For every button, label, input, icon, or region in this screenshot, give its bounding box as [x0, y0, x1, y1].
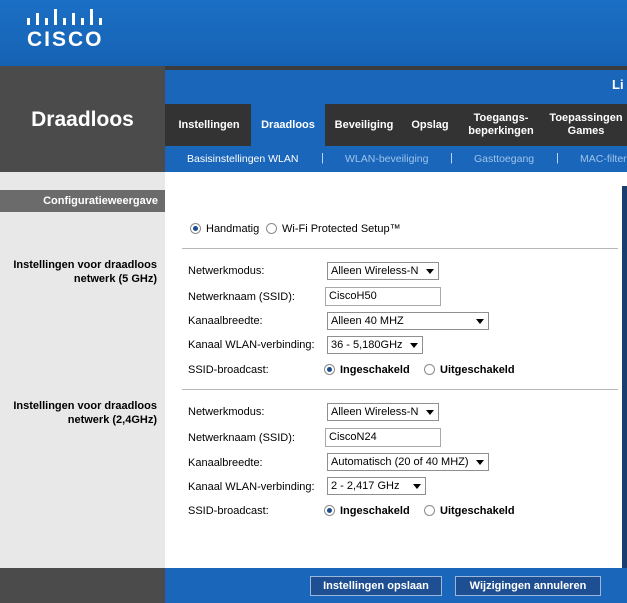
net24-broadcast-on-radio[interactable] — [324, 505, 335, 516]
subnav-wlan-beveiliging[interactable]: WLAN-beveiliging — [345, 153, 428, 165]
top-strip — [165, 66, 627, 104]
tab-toepassingen-games[interactable]: Toepassingen Games — [545, 104, 627, 146]
chevron-down-icon — [426, 410, 434, 415]
product-name-text: Li — [612, 77, 624, 92]
manual-radio-label: Handmatig — [206, 223, 260, 235]
net5-broadcast-label: SSID-broadcast: — [188, 364, 269, 376]
net5-width-label: Kanaalbreedte: — [188, 315, 263, 327]
tab-instellingen[interactable]: Instellingen — [169, 104, 249, 146]
net24-width-label: Kanaalbreedte: — [188, 457, 263, 469]
cisco-logo-text: CISCO — [27, 28, 104, 51]
net24-broadcast-off-radio[interactable] — [424, 505, 435, 516]
net24-channel-value: 2 - 2,417 GHz — [331, 480, 400, 492]
subnav-separator: | — [321, 152, 324, 164]
chevron-down-icon — [410, 343, 418, 348]
net5-ssid-input[interactable]: CiscoH50 — [325, 287, 441, 306]
net5-width-value: Alleen 40 MHZ — [331, 315, 404, 327]
chevron-down-icon — [476, 319, 484, 324]
wps-radio-label: Wi-Fi Protected Setup™ — [282, 223, 401, 235]
net24-mode-select[interactable]: Alleen Wireless-N — [327, 403, 439, 421]
net5-channel-value: 36 - 5,180GHz — [331, 339, 403, 351]
cisco-logo-icon — [27, 9, 102, 25]
net5-channel-select[interactable]: 36 - 5,180GHz — [327, 336, 423, 354]
net24-mode-value: Alleen Wireless-N — [331, 406, 419, 418]
net5-ssid-label: Netwerknaam (SSID): — [188, 291, 295, 303]
net24-ssid-label: Netwerknaam (SSID): — [188, 432, 295, 444]
net5-broadcast-on-label: Ingeschakeld — [340, 364, 410, 376]
net5-broadcast-off-label: Uitgeschakeld — [440, 364, 515, 376]
net5-channel-label: Kanaal WLAN-verbinding: — [188, 339, 315, 351]
chevron-down-icon — [426, 269, 434, 274]
net24-mode-label: Netwerkmodus: — [188, 406, 265, 418]
net5-broadcast-off-radio[interactable] — [424, 364, 435, 375]
cancel-changes-button[interactable]: Wijzigingen annuleren — [455, 576, 601, 596]
net5-mode-value: Alleen Wireless-N — [331, 265, 419, 277]
net24-width-value: Automatisch (20 of 40 MHZ) — [331, 456, 469, 468]
divider — [182, 248, 618, 249]
tab-opslag[interactable]: Opslag — [403, 104, 457, 146]
net5-mode-label: Netwerkmodus: — [188, 265, 265, 277]
tab-beveiliging[interactable]: Beveiliging — [327, 104, 401, 146]
net24-broadcast-on-label: Ingeschakeld — [340, 505, 410, 517]
net5-mode-select[interactable]: Alleen Wireless-N — [327, 262, 439, 280]
subnav-separator: | — [556, 152, 559, 164]
chevron-down-icon — [413, 484, 421, 489]
subnav-gasttoegang[interactable]: Gasttoegang — [474, 153, 534, 165]
net24-width-select[interactable]: Automatisch (20 of 40 MHZ) — [327, 453, 489, 471]
net24-broadcast-label: SSID-broadcast: — [188, 505, 269, 517]
subnav-separator: | — [450, 152, 453, 164]
subnav-mac-filter[interactable]: MAC-filter — [580, 153, 627, 165]
save-settings-button[interactable]: Instellingen opslaan — [310, 576, 442, 596]
divider — [182, 389, 618, 390]
net5-width-select[interactable]: Alleen 40 MHZ — [327, 312, 489, 330]
net5-broadcast-on-radio[interactable] — [324, 364, 335, 375]
net24-ssid-input[interactable]: CiscoN24 — [325, 428, 441, 447]
right-edge-bar — [622, 186, 627, 568]
tab-toegangsbeperkingen[interactable]: Toegangs-beperkingen — [461, 104, 541, 146]
tab-draadloos[interactable]: Draadloos — [251, 104, 325, 146]
section-5ghz-heading: Instellingen voor draadloos netwerk (5 G… — [13, 259, 157, 285]
manual-radio[interactable] — [190, 223, 201, 234]
net24-broadcast-off-label: Uitgeschakeld — [440, 505, 515, 517]
net24-channel-select[interactable]: 2 - 2,417 GHz — [327, 477, 426, 495]
subnav-basisinstellingen[interactable]: Basisinstellingen WLAN — [187, 153, 298, 165]
footer-left — [0, 568, 165, 603]
net24-channel-label: Kanaal WLAN-verbinding: — [188, 481, 315, 493]
section-24ghz-heading: Instellingen voor draadloos netwerk (2,4… — [13, 400, 157, 426]
chevron-down-icon — [476, 460, 484, 465]
wps-radio[interactable] — [266, 223, 277, 234]
sidebar — [0, 172, 165, 568]
page-title: Draadloos — [31, 108, 134, 131]
config-view-heading: Configuratieweergave — [0, 190, 165, 212]
